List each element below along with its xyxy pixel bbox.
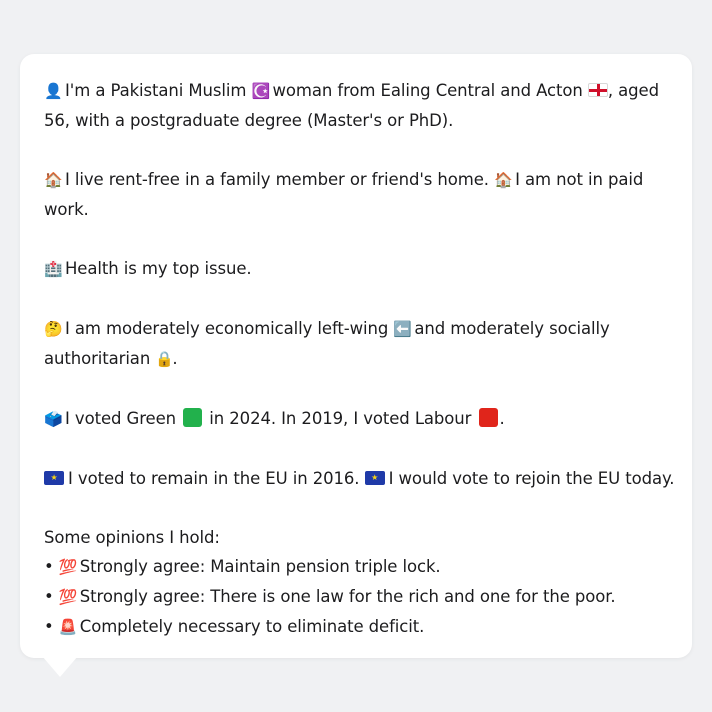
red-square-icon xyxy=(478,408,498,427)
opinions-heading: Some opinions I hold: xyxy=(44,528,220,547)
ballot-box-icon: 🗳️ xyxy=(44,410,63,428)
ideology-paragraph: 🤔 I am moderately economically left-wing … xyxy=(44,314,672,374)
hospital-icon: 🏥 xyxy=(44,260,63,278)
identity-paragraph: 👤 I'm a Pakistani Muslim ☪️ woman from Eal… xyxy=(44,76,672,135)
green-square-icon xyxy=(183,408,203,427)
person-silhouette-icon: 👤 xyxy=(44,82,63,100)
house-icon: 🏠 xyxy=(44,171,63,189)
eu-flag-icon: ★ xyxy=(44,471,64,485)
housing-paragraph: 🏠 I live rent-free in a family member or … xyxy=(44,165,672,224)
left-arrow-icon: ⬅️ xyxy=(393,320,412,338)
eu-paragraph: ★ I voted to remain in the EU in 2016. ★ I… xyxy=(44,464,675,493)
eu-flag-icon: ★ xyxy=(364,471,385,485)
police-light-icon: 🚨 xyxy=(58,618,78,636)
hundred-points-icon: 💯 xyxy=(58,588,78,606)
house-icon: 🏠 xyxy=(494,171,513,189)
england-flag-icon xyxy=(587,83,608,97)
opinions-list: Some opinions I hold: • 💯 Strongly agree:… xyxy=(44,523,672,642)
thinking-face-icon: 🤔 xyxy=(44,320,63,338)
list-item: • 💯 Strongly agree: Maintain pension trip… xyxy=(44,552,672,582)
top-issue-paragraph: 🏥 Health is my top issue. xyxy=(44,254,672,284)
bubble-tail xyxy=(42,656,78,677)
list-item: • 💯 Strongly agree: There is one law for … xyxy=(44,582,672,612)
list-item: • 🚨 Completely necessary to eliminate def… xyxy=(44,612,672,642)
message-bubble: 👤 I'm a Pakistani Muslim ☪️ woman from Eal… xyxy=(20,54,692,658)
hundred-points-icon: 💯 xyxy=(58,558,78,576)
star-and-crescent-icon: ☪️ xyxy=(251,82,271,100)
voting-paragraph: 🗳️ I voted Green in 2024. In 2019, I vote… xyxy=(44,404,672,434)
